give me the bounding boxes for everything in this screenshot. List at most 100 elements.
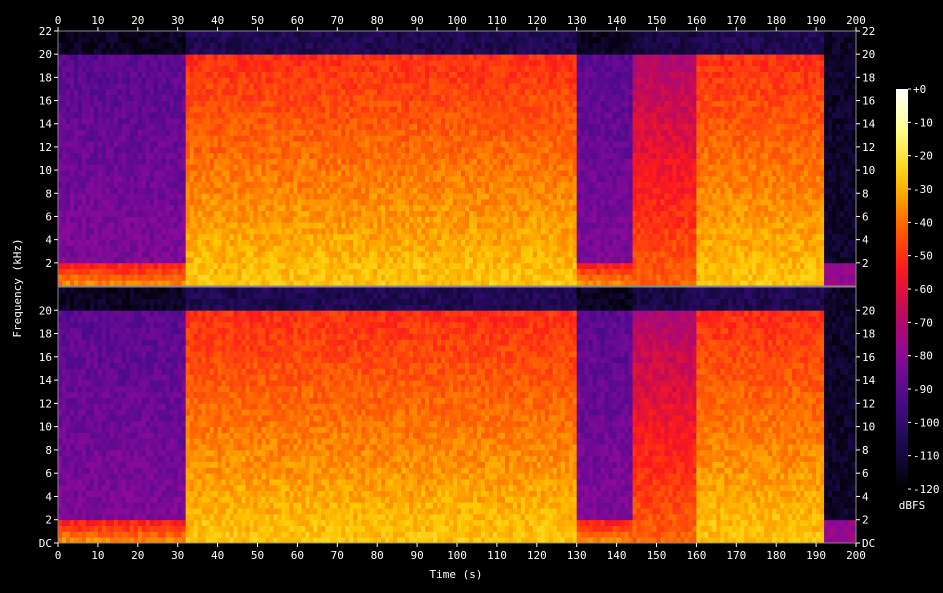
- y-tick-label-right: 14: [862, 374, 876, 387]
- x-tick-label-top: 80: [371, 14, 384, 27]
- x-tick-label-bottom: 0: [55, 549, 62, 562]
- colorbar-tick-label: -40: [913, 216, 933, 229]
- y-axis-label: Frequency (kHz): [11, 238, 24, 337]
- colorbar-tick-label: -50: [913, 250, 933, 263]
- colorbar-tick-label: -30: [913, 183, 933, 196]
- y-tick-label-right: 20: [862, 304, 875, 317]
- colorbar-tick-label: -110: [913, 450, 940, 463]
- y-tick-label-right: 12: [862, 397, 875, 410]
- y-tick-label-left: 18: [39, 328, 52, 341]
- colorbar-tick-label: -100: [913, 416, 940, 429]
- x-tick-label-bottom: 160: [686, 549, 706, 562]
- colorbar-tick-label: -120: [913, 483, 940, 496]
- colorbar: +0 -10 -20 -30 -40 -50 -60 -70 -80 -90 -100 -110 -12…: [896, 83, 940, 496]
- x-tick-label-top: 40: [211, 14, 224, 27]
- y-tick-label-right: 18: [862, 328, 875, 341]
- y-tick-label-left: 14: [39, 374, 53, 387]
- x-tick-label-top: 10: [91, 14, 104, 27]
- x-tick-label-bottom: 50: [251, 549, 264, 562]
- x-tick-label-bottom: 200: [846, 549, 866, 562]
- x-tick-label-bottom: 190: [806, 549, 826, 562]
- spectrogram-chart: 0010102020303040405050606070708080909010…: [0, 0, 943, 593]
- x-tick-label-bottom: 100: [447, 549, 467, 562]
- x-axis-label: Time (s): [430, 568, 483, 581]
- y-tick-label-left: 8: [45, 444, 52, 457]
- y-tick-label-right: 22: [862, 25, 875, 38]
- y-tick-label-right: 6: [862, 210, 869, 223]
- x-tick-label-bottom: 40: [211, 549, 224, 562]
- y-tick-label-left: DC: [39, 537, 52, 550]
- y-tick-label-left: 4: [45, 234, 52, 247]
- x-tick-label-top: 20: [131, 14, 144, 27]
- y-tick-label-left: 18: [39, 71, 52, 84]
- channel-1-spectrum: [58, 31, 856, 286]
- x-tick-label-bottom: 170: [726, 549, 746, 562]
- y-tick-label-right: 4: [862, 490, 869, 503]
- x-tick-label-top: 30: [171, 14, 184, 27]
- y-tick-label-right: 10: [862, 164, 875, 177]
- x-tick-label-bottom: 60: [291, 549, 304, 562]
- y-tick-label-left: 4: [45, 490, 52, 503]
- y-tick-label-right: 2: [862, 514, 869, 527]
- colorbar-tick-label: -90: [913, 383, 933, 396]
- y-tick-label-left: 6: [45, 210, 52, 223]
- x-tick-label-bottom: 150: [647, 549, 667, 562]
- colorbar-tick-label: +0: [913, 83, 926, 96]
- colorbar-tick-label: -80: [913, 350, 933, 363]
- x-tick-label-top: 60: [291, 14, 304, 27]
- x-tick-label-top: 150: [647, 14, 667, 27]
- x-tick-label-top: 130: [567, 14, 587, 27]
- y-tick-label-left: 12: [39, 141, 52, 154]
- y-tick-label-right: 6: [862, 467, 869, 480]
- x-tick-label-top: 170: [726, 14, 746, 27]
- y-tick-label-right: 10: [862, 421, 875, 434]
- colorbar-tick-label: -70: [913, 316, 933, 329]
- colorbar-tick-label: -60: [913, 283, 933, 296]
- y-tick-label-right: 2: [862, 257, 869, 270]
- x-tick-label-top: 70: [331, 14, 344, 27]
- y-tick-label-left: 2: [45, 514, 52, 527]
- y-tick-label-left: 10: [39, 421, 52, 434]
- x-tick-label-bottom: 30: [171, 549, 184, 562]
- y-tick-label-right: 8: [862, 187, 869, 200]
- y-tick-label-right: 16: [862, 95, 875, 108]
- colorbar-tick-label: -10: [913, 116, 933, 129]
- y-tick-label-right: 14: [862, 118, 876, 131]
- y-tick-label-left: 22: [39, 25, 52, 38]
- x-tick-label-top: 160: [686, 14, 706, 27]
- y-tick-label-right: 12: [862, 141, 875, 154]
- y-tick-label-left: 16: [39, 351, 52, 364]
- x-tick-label-top: 0: [55, 14, 62, 27]
- y-tick-label-left: 20: [39, 48, 52, 61]
- y-tick-label-right: 20: [862, 48, 875, 61]
- x-tick-label-bottom: 20: [131, 549, 144, 562]
- plot-area: [58, 31, 856, 543]
- y-tick-label-left: 16: [39, 95, 52, 108]
- y-tick-label-left: 6: [45, 467, 52, 480]
- colorbar-gradient: [896, 89, 908, 489]
- x-tick-label-bottom: 130: [567, 549, 587, 562]
- y-tick-label-left: 10: [39, 164, 52, 177]
- y-tick-label-right: 8: [862, 444, 869, 457]
- y-tick-label-left: 8: [45, 187, 52, 200]
- colorbar-label: dBFS: [899, 499, 926, 512]
- y-tick-label-right: 16: [862, 351, 875, 364]
- y-tick-label-right: 18: [862, 71, 875, 84]
- x-tick-label-bottom: 10: [91, 549, 104, 562]
- x-tick-label-top: 140: [607, 14, 627, 27]
- y-tick-label-right: 4: [862, 234, 869, 247]
- y-tick-label-left: 12: [39, 397, 52, 410]
- x-tick-label-top: 110: [487, 14, 507, 27]
- x-tick-label-top: 100: [447, 14, 467, 27]
- colorbar-tick-label: -20: [913, 150, 933, 163]
- x-tick-label-top: 90: [410, 14, 423, 27]
- x-tick-label-bottom: 70: [331, 549, 344, 562]
- x-tick-label-bottom: 80: [371, 549, 384, 562]
- x-tick-label-bottom: 180: [766, 549, 786, 562]
- x-tick-label-bottom: 140: [607, 549, 627, 562]
- x-tick-label-bottom: 110: [487, 549, 507, 562]
- x-tick-label-top: 120: [527, 14, 547, 27]
- x-tick-label-top: 190: [806, 14, 826, 27]
- channel-2-spectrum: [58, 287, 856, 543]
- y-tick-label-left: 2: [45, 257, 52, 270]
